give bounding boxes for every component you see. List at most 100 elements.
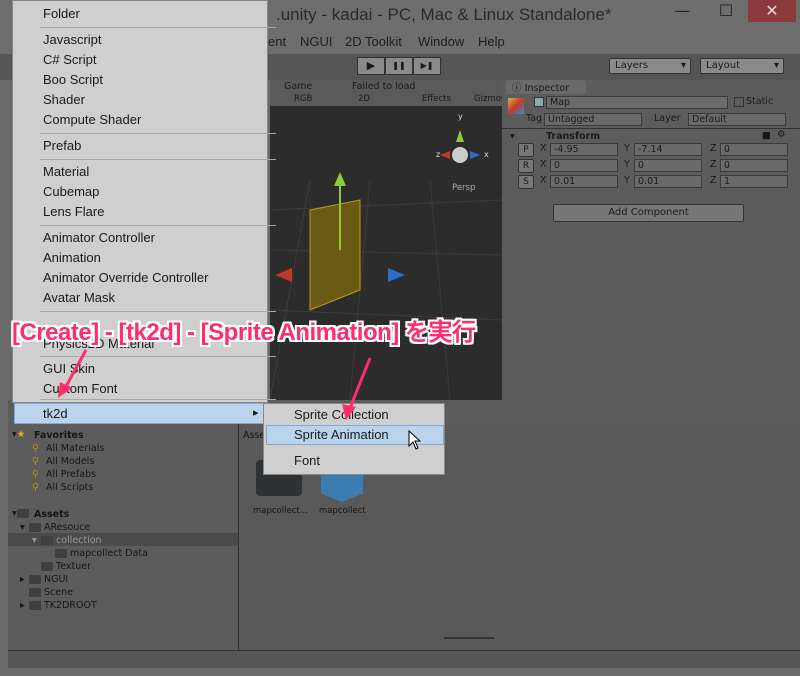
menu-item[interactable]: Javascript: [43, 32, 102, 47]
menu-item-sprite-animation[interactable]: Sprite Animation: [294, 427, 389, 442]
favorites-label[interactable]: Favorites: [34, 430, 84, 441]
assets-label[interactable]: Assets: [34, 509, 69, 520]
static-checkbox[interactable]: [734, 97, 744, 107]
gear-icon[interactable]: ⚙: [777, 129, 786, 140]
menu-item-sprite-collection[interactable]: Sprite Collection: [294, 407, 389, 422]
sprite-object: [309, 199, 361, 311]
active-checkbox[interactable]: [534, 97, 544, 107]
menu-component[interactable]: ent: [268, 34, 286, 49]
pause-button[interactable]: ❚❚: [385, 57, 413, 75]
x-field[interactable]: 0.01: [550, 175, 618, 188]
layer-dropdown[interactable]: Default: [688, 113, 786, 126]
step-button[interactable]: ▶❚: [413, 57, 441, 75]
expand-arrow-icon: ▾: [32, 535, 37, 546]
menu-separator: [40, 159, 276, 160]
tree-item-label: mapcollect Data: [70, 548, 148, 559]
menu-item-tk2d[interactable]: tk2d ▸: [14, 403, 268, 424]
effects-dropdown[interactable]: Effects: [422, 94, 451, 104]
tag-dropdown[interactable]: Untagged: [544, 113, 642, 126]
z-label: Z: [710, 143, 717, 154]
y-field[interactable]: 0.01: [634, 175, 702, 188]
menu-2d-toolkit[interactable]: 2D Toolkit: [345, 34, 402, 49]
tab-game[interactable]: Game: [284, 81, 312, 92]
menu-item[interactable]: Animator Controller: [43, 230, 155, 245]
gizmos-dropdown[interactable]: Gizmos: [474, 94, 502, 104]
menu-item[interactable]: GUI Skin: [43, 361, 95, 376]
transform-p-button[interactable]: P: [518, 143, 534, 157]
menu-item[interactable]: Boo Script: [43, 72, 103, 87]
favorite-item[interactable]: All Models: [46, 456, 94, 467]
mouse-cursor-icon: [408, 430, 422, 450]
zoom-slider[interactable]: [444, 637, 494, 639]
menu-item[interactable]: C# Script: [43, 52, 96, 67]
persp-label[interactable]: Persp: [452, 183, 475, 193]
search-icon: ⚲: [32, 456, 39, 467]
file-label[interactable]: mapcollect: [319, 506, 366, 516]
z-field[interactable]: 0: [720, 143, 788, 156]
transform-s-button[interactable]: S: [518, 175, 534, 189]
x-field[interactable]: 0: [550, 159, 618, 172]
tree-item[interactable]: ▾ AResouce: [20, 522, 90, 533]
help-book-icon[interactable]: ■: [762, 130, 771, 141]
file-label[interactable]: mapcollect...: [253, 506, 308, 516]
y-field[interactable]: -7.14: [634, 143, 702, 156]
menu-item[interactable]: Custom Font: [43, 381, 117, 396]
scene-view[interactable]: [269, 80, 503, 401]
window-title: .unity - kadai - PC, Mac & Linux Standal…: [276, 5, 612, 24]
menu-item[interactable]: Compute Shader: [43, 112, 141, 127]
menu-item[interactable]: Animation: [43, 250, 101, 265]
tree-item[interactable]: ▾ collection: [32, 535, 102, 546]
menu-separator: [40, 356, 276, 357]
x-field[interactable]: -4.95: [550, 143, 618, 156]
menu-item[interactable]: Material: [43, 164, 89, 179]
layout-dropdown[interactable]: Layout ▾: [700, 58, 784, 74]
y-label: Y: [624, 159, 630, 170]
menu-item[interactable]: Animator Override Controller: [43, 270, 208, 285]
maximize-button[interactable]: ☐: [704, 0, 748, 22]
tree-item[interactable]: Textuer: [32, 561, 91, 572]
close-button[interactable]: ✕: [748, 0, 796, 22]
menu-item[interactable]: Cubemap: [43, 184, 99, 199]
tree-item[interactable]: Scene: [20, 587, 73, 598]
play-button[interactable]: ▶: [357, 57, 385, 75]
info-icon: ⓘ: [512, 83, 522, 94]
y-field[interactable]: 0: [634, 159, 702, 172]
minimize-button[interactable]: —: [660, 0, 704, 22]
search-icon: ⚲: [32, 443, 39, 454]
menu-item[interactable]: Shader: [43, 92, 85, 107]
rgb-dropdown[interactable]: RGB: [294, 94, 312, 104]
search-icon: ⚲: [32, 469, 39, 480]
z-field[interactable]: 0: [720, 159, 788, 172]
favorite-item[interactable]: All Scripts: [46, 482, 93, 493]
layers-dropdown[interactable]: Layers ▾: [609, 58, 691, 74]
menu-item[interactable]: Lens Flare: [43, 204, 104, 219]
menu-help[interactable]: Help: [478, 34, 505, 49]
inspector-panel: ⓘ Inspector Map Static Tag Untagged Laye…: [502, 80, 800, 400]
tree-item[interactable]: ▸ TK2DROOT: [20, 600, 97, 611]
menu-window[interactable]: Window: [418, 34, 464, 49]
2d-toggle[interactable]: 2D: [358, 94, 370, 104]
tree-item[interactable]: ▸ NGUI: [20, 574, 68, 585]
menu-ngui[interactable]: NGUI: [300, 34, 333, 49]
z-label: Z: [710, 175, 717, 186]
tree-item[interactable]: mapcollect Data: [46, 548, 148, 559]
scene-gizmo-graphics: [269, 130, 503, 401]
z-field[interactable]: 1: [720, 175, 788, 188]
tab-inspector[interactable]: ⓘ Inspector: [506, 80, 586, 94]
add-component-button[interactable]: Add Component: [553, 204, 744, 222]
name-field[interactable]: Map: [546, 96, 728, 109]
tree-item-label: NGUI: [44, 574, 69, 585]
z-label: Z: [710, 159, 717, 170]
scene-header: Game Failed to load RGB 2D Effects Gizmo…: [270, 80, 502, 106]
favorite-item[interactable]: All Materials: [46, 443, 104, 454]
collapse-arrow-icon[interactable]: ▾: [510, 131, 515, 142]
menu-separator: [40, 133, 276, 134]
favorite-item[interactable]: All Prefabs: [46, 469, 96, 480]
transform-r-button[interactable]: R: [518, 159, 534, 173]
menu-item[interactable]: Prefab: [43, 138, 81, 153]
menu-item[interactable]: Avatar Mask: [43, 290, 115, 305]
search-icon: ⚲: [32, 482, 39, 493]
tree-item-label: Scene: [44, 587, 73, 598]
menu-item-font[interactable]: Font: [294, 453, 320, 468]
menu-item[interactable]: Folder: [43, 6, 80, 21]
